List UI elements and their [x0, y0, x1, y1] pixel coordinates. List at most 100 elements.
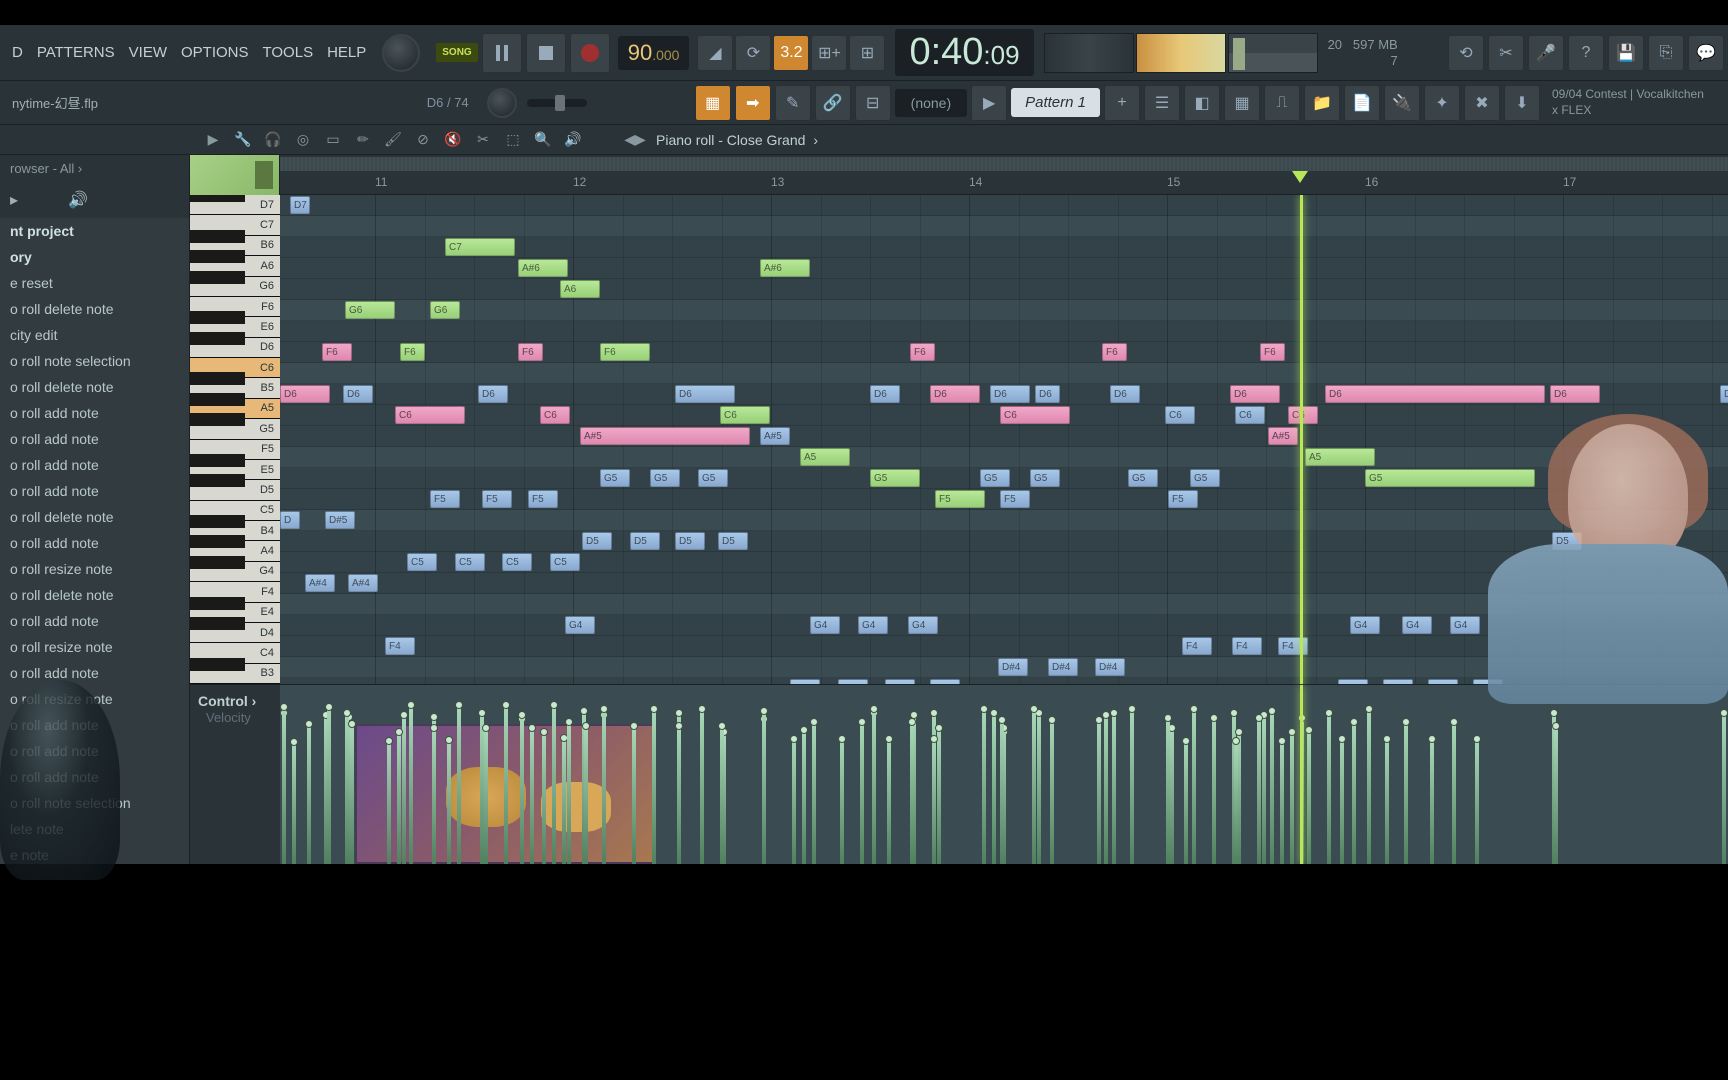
pitch-knob[interactable] [487, 88, 517, 118]
midi-note[interactable]: D6 [1035, 385, 1060, 403]
song-pattern-toggle[interactable]: SONG [436, 43, 477, 62]
midi-note[interactable]: D6 [478, 385, 508, 403]
midi-note[interactable]: G4 [1350, 616, 1380, 634]
midi-note[interactable]: D5 [1552, 532, 1582, 550]
history-item[interactable]: o roll add note [0, 452, 189, 478]
history-item[interactable]: o roll add note [0, 400, 189, 426]
piano-key[interactable]: D5 [190, 480, 280, 500]
midi-note[interactable]: C6 [1288, 406, 1318, 424]
midi-note[interactable]: G5 [1190, 469, 1220, 487]
history-item[interactable]: o roll resize note [0, 556, 189, 582]
midi-note[interactable]: G6 [430, 301, 460, 319]
midi-note[interactable]: C5 [502, 553, 532, 571]
midi-note[interactable]: G5 [870, 469, 920, 487]
export-icon[interactable]: 💬 [1688, 35, 1724, 71]
pr-corner-menu[interactable] [190, 155, 280, 195]
midi-note[interactable]: A#5 [580, 427, 750, 445]
control-label[interactable]: Control [198, 693, 248, 709]
view-stepseq-icon[interactable]: ◧ [1184, 85, 1220, 121]
step-edit-icon[interactable]: 3.2 [773, 35, 809, 71]
midi-note[interactable]: F5 [1000, 490, 1030, 508]
tempo-display[interactable]: 90.000 [618, 36, 690, 70]
midi-note[interactable]: C7 [445, 238, 515, 256]
midi-note[interactable]: G5 [1365, 469, 1535, 487]
tool-icon[interactable]: ✦ [1424, 85, 1460, 121]
play-pause-button[interactable] [482, 33, 522, 73]
pr-delete-icon[interactable]: ⊘ [410, 127, 436, 153]
midi-note[interactable]: A#5 [1268, 427, 1298, 445]
pr-paint-icon[interactable]: 🖌 [380, 127, 406, 153]
history-item[interactable]: o roll note selection [0, 348, 189, 374]
piano-key[interactable]: D4 [190, 623, 280, 643]
midi-note[interactable]: D7 [290, 196, 310, 214]
midi-note[interactable]: G5 [980, 469, 1010, 487]
snap-add-icon[interactable]: ⊞+ [811, 35, 847, 71]
brush-icon[interactable]: ✎ [775, 85, 811, 121]
menu-patterns[interactable]: PATTERNS [37, 44, 115, 61]
midi-note[interactable]: D6 [990, 385, 1030, 403]
midi-note[interactable]: D4 [885, 679, 915, 684]
control-sublabel[interactable]: Velocity [206, 710, 251, 725]
midi-note[interactable]: D4 [790, 679, 820, 684]
pr-target-icon[interactable]: ◎ [290, 127, 316, 153]
history-item[interactable]: o roll add note [0, 478, 189, 504]
midi-note[interactable]: G4 [908, 616, 938, 634]
piano-roll-icon[interactable]: ➡ [735, 85, 771, 121]
pr-play-icon[interactable]: ▶ [200, 127, 226, 153]
midi-note[interactable]: F6 [518, 343, 543, 361]
midi-icon[interactable]: ⊟ [855, 85, 891, 121]
browser-collapse-icon[interactable]: ▸ [10, 190, 18, 210]
history-item[interactable]: ory [0, 244, 189, 270]
midi-note[interactable]: F6 [400, 343, 425, 361]
pr-playback-icon[interactable]: 🔊 [560, 127, 586, 153]
midi-note[interactable]: D6 [870, 385, 900, 403]
history-item[interactable]: o roll delete note [0, 504, 189, 530]
link-icon[interactable]: 🔗 [815, 85, 851, 121]
browser-volume-icon[interactable]: 🔊 [68, 190, 88, 210]
menu-tools[interactable]: TOOLS [263, 44, 314, 61]
play-channel-icon[interactable]: ▶ [971, 85, 1007, 121]
undo-icon[interactable]: ⟲ [1448, 35, 1484, 71]
note-grid[interactable]: D7C7A#6A#6A6G6G6F6F6F6F6F6F6F6F6D6D6D6D6… [280, 195, 1728, 684]
view-mixer-icon[interactable]: ⎍ [1264, 85, 1300, 121]
history-item[interactable]: o roll delete note [0, 374, 189, 400]
midi-note[interactable]: A#4 [348, 574, 378, 592]
midi-note[interactable]: D4 [1428, 679, 1458, 684]
pr-wrench-icon[interactable]: 🔧 [230, 127, 256, 153]
view-pianoroll-icon[interactable]: ▦ [1224, 85, 1260, 121]
midi-note[interactable]: F5 [430, 490, 460, 508]
history-item[interactable]: e reset [0, 270, 189, 296]
snap-icon[interactable]: ⊞ [849, 35, 885, 71]
midi-note[interactable]: C5 [455, 553, 485, 571]
menu-add[interactable]: D [12, 44, 23, 61]
midi-note[interactable]: G5 [1128, 469, 1158, 487]
midi-note[interactable]: C6 [540, 406, 570, 424]
midi-note[interactable]: G6 [345, 301, 395, 319]
midi-note[interactable]: D5 [630, 532, 660, 550]
midi-note[interactable]: D6 [1110, 385, 1140, 403]
help-icon[interactable]: ? [1568, 35, 1604, 71]
midi-note[interactable]: G4 [810, 616, 840, 634]
midi-note[interactable]: D [280, 511, 300, 529]
midi-note[interactable]: D6 [1325, 385, 1545, 403]
midi-note[interactable]: D4 [838, 679, 868, 684]
midi-note[interactable]: D#5 [325, 511, 355, 529]
timeline-ruler[interactable]: 11121314151617 [280, 155, 1728, 195]
midi-note[interactable]: F6 [1260, 343, 1285, 361]
history-item[interactable]: o roll add note [0, 608, 189, 634]
pr-select-icon[interactable]: ⬚ [500, 127, 526, 153]
history-item[interactable]: city edit [0, 322, 189, 348]
midi-note[interactable]: C5 [407, 553, 437, 571]
channel-dropdown[interactable]: (none) [895, 89, 967, 117]
midi-note[interactable]: F4 [1232, 637, 1262, 655]
menu-view[interactable]: VIEW [129, 44, 167, 61]
midi-note[interactable]: A#4 [305, 574, 335, 592]
history-item[interactable]: o roll add note [0, 426, 189, 452]
pr-draw-icon[interactable]: ✏ [350, 127, 376, 153]
pr-snap-icon[interactable]: ◀▶ [622, 127, 648, 153]
cut-icon[interactable]: ✂ [1488, 35, 1524, 71]
save-icon[interactable]: 💾 [1608, 35, 1644, 71]
midi-note[interactable]: F6 [1102, 343, 1127, 361]
pr-stamp-icon[interactable]: ▭ [320, 127, 346, 153]
midi-note[interactable]: F6 [322, 343, 352, 361]
